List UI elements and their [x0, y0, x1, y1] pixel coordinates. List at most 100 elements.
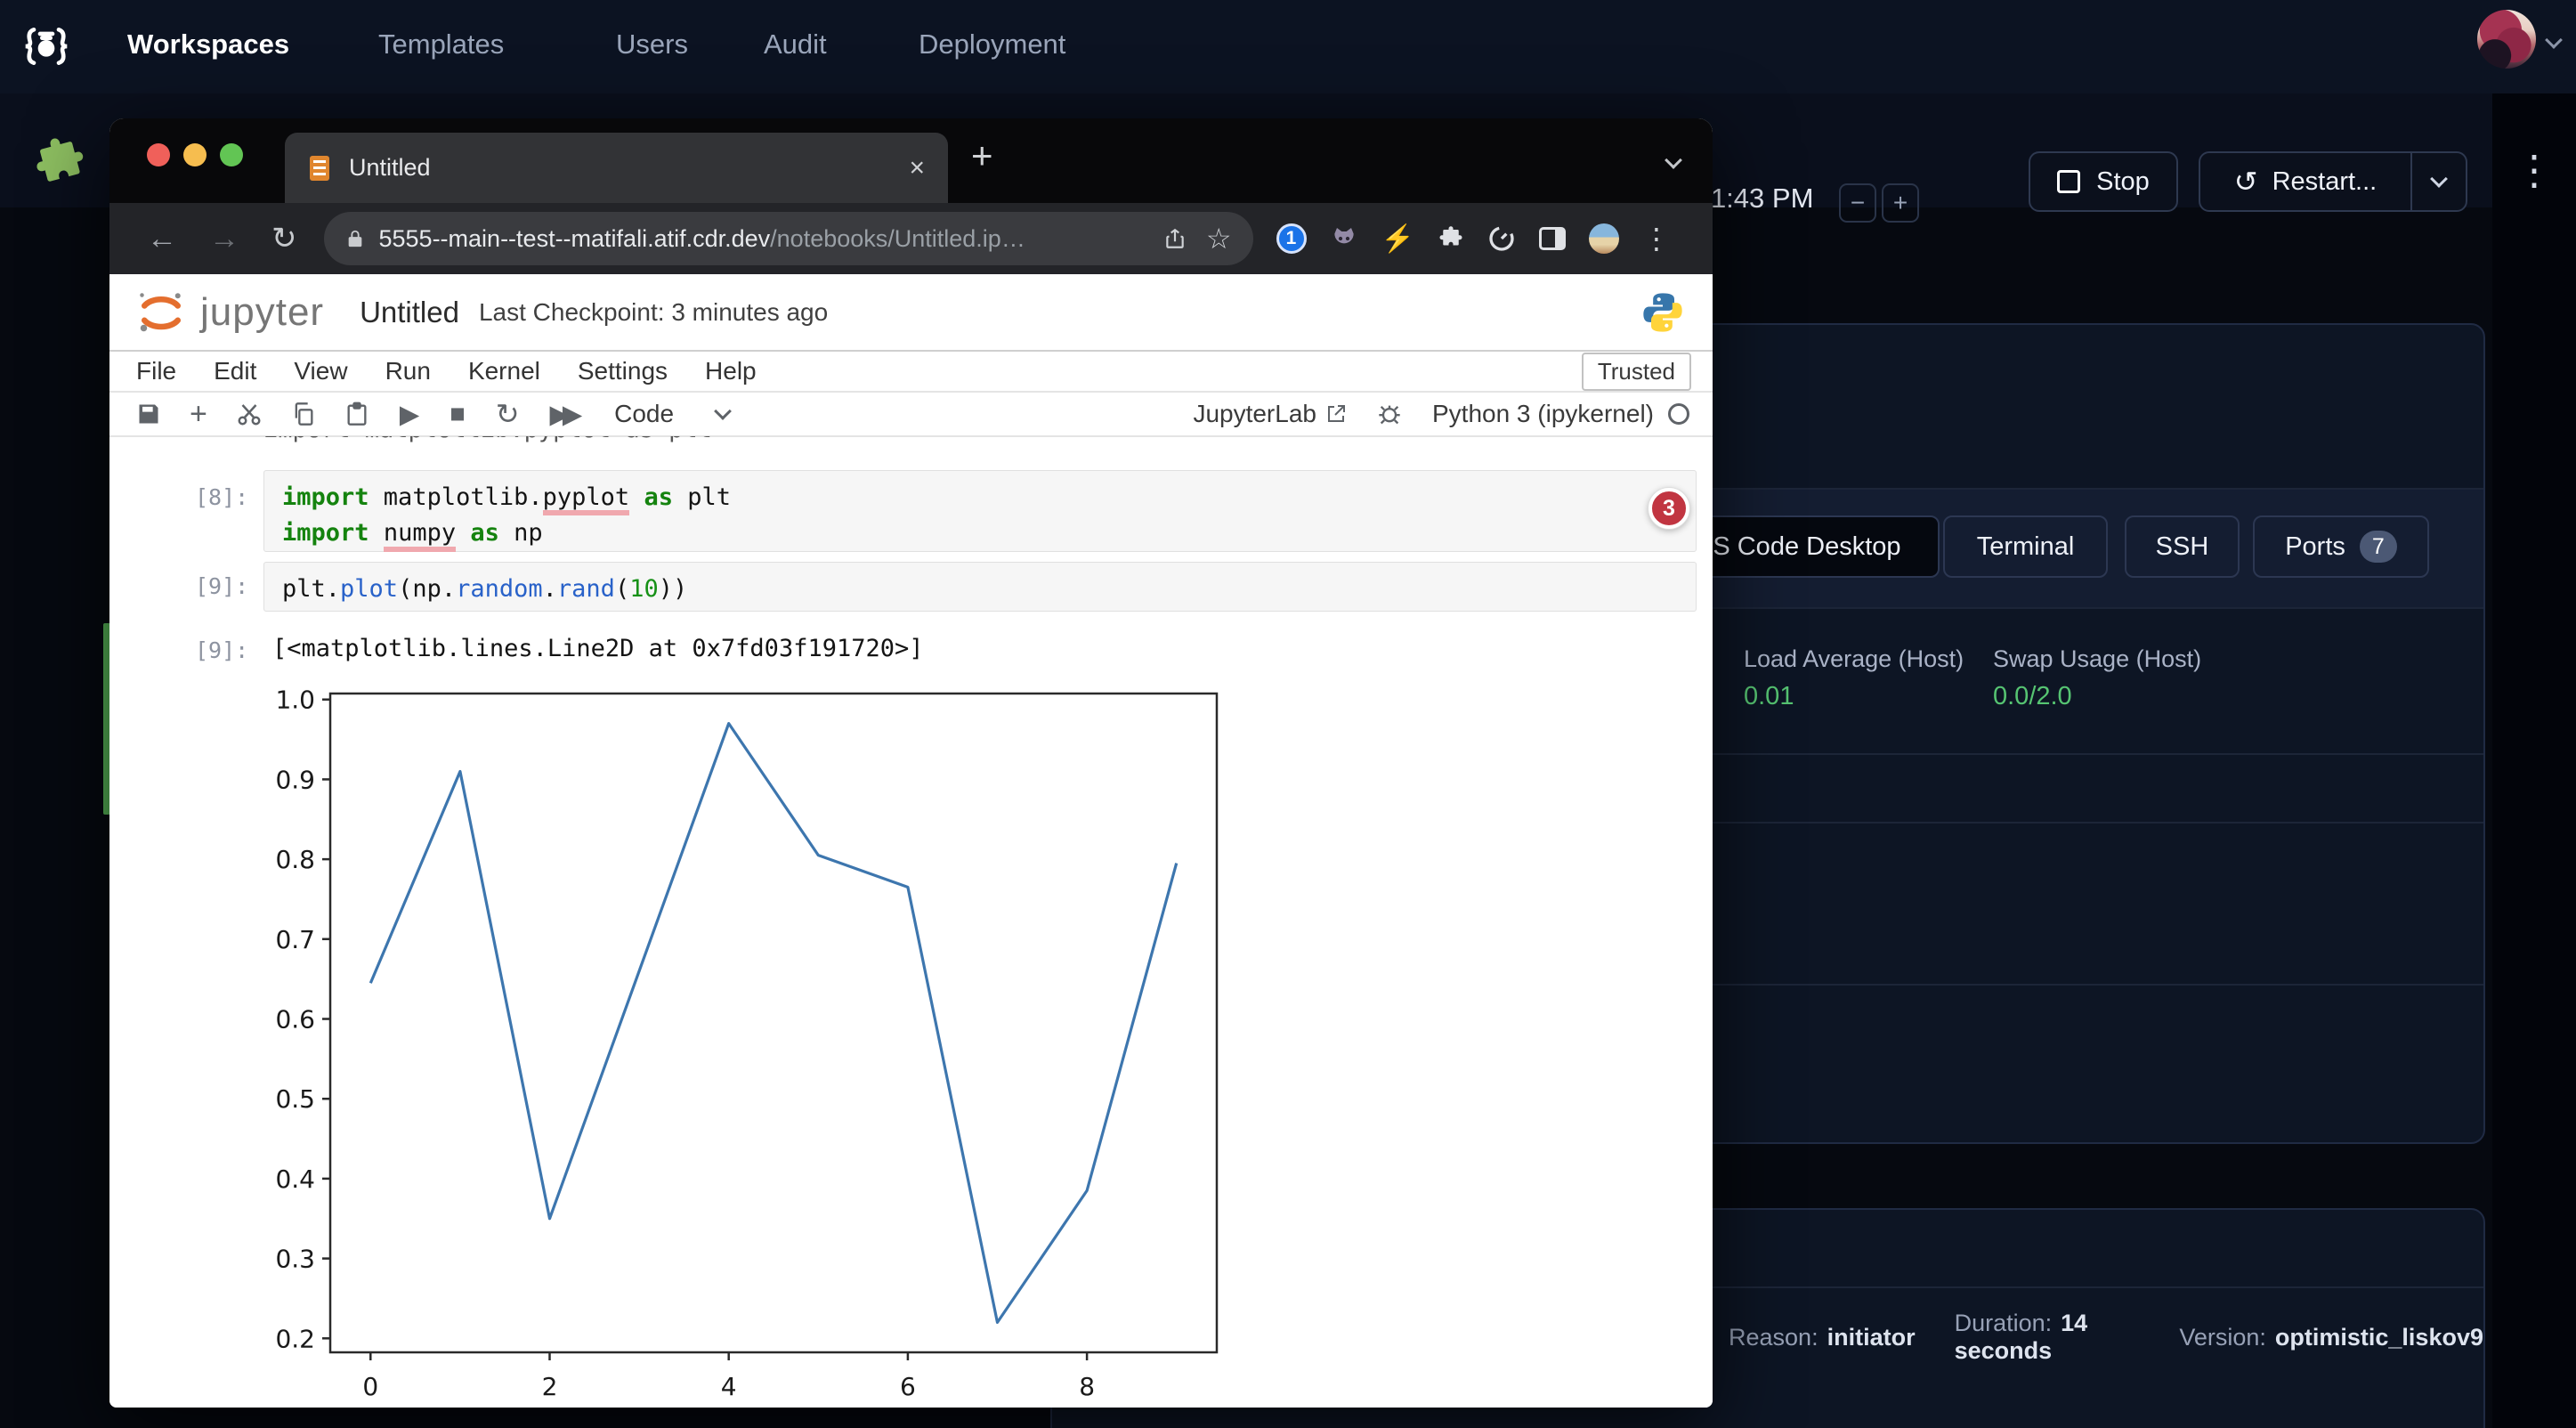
zoom-in-button[interactable]: + [1882, 183, 1919, 223]
back-icon[interactable]: ← [147, 222, 177, 256]
python-logo [1640, 289, 1686, 336]
nav-item-users[interactable]: Users [616, 28, 688, 61]
cell9-input[interactable]: plt.plot(np.random.rand(10)) [263, 562, 1697, 612]
top-nav: Workspaces Templates Users Audit Deploym… [0, 0, 2576, 93]
nav-item-audit[interactable]: Audit [764, 28, 827, 61]
tab-ports[interactable]: Ports 7 [2253, 515, 2429, 578]
browser-profile-avatar[interactable] [1589, 223, 1619, 254]
interrupt-kernel-icon[interactable]: ■ [450, 400, 466, 429]
menu-edit[interactable]: Edit [214, 357, 256, 385]
restart-run-all-icon[interactable]: ▶▶ [550, 399, 576, 430]
insert-cell-icon[interactable]: + [190, 397, 207, 432]
jupyter-logo [134, 286, 188, 339]
notebook-title[interactable]: Untitled [360, 296, 459, 329]
cell-type-dropdown[interactable]: Code [614, 400, 674, 428]
kernel-name[interactable]: Python 3 (ipykernel) [1432, 400, 1654, 428]
address-bar[interactable]: 5555--main--test--matifali.atif.cdr.dev … [324, 212, 1253, 265]
menu-run[interactable]: Run [385, 357, 431, 385]
paste-icon[interactable] [344, 402, 369, 426]
stop-label: Stop [2096, 167, 2150, 197]
reload-icon[interactable]: ↻ [271, 221, 297, 256]
external-link-icon [1325, 403, 1347, 425]
svg-text:4: 4 [721, 1372, 737, 1401]
matplotlib-line-chart: 0.20.30.40.50.60.70.80.91.002468 [263, 677, 1295, 1408]
restart-split-button[interactable]: ↺ Restart... [2199, 151, 2467, 212]
zoom-out-button[interactable]: − [1839, 183, 1876, 223]
nav-item-deployment[interactable]: Deployment [919, 28, 1065, 61]
svg-text:0.3: 0.3 [275, 1245, 315, 1274]
chevron-down-icon [2430, 170, 2448, 188]
tab-ssh[interactable]: SSH [2125, 515, 2240, 578]
cell8-input[interactable]: import matplotlib.pyplot as plt import n… [263, 470, 1697, 552]
browser-tab-active[interactable]: Untitled × [285, 133, 948, 203]
svg-text:0.7: 0.7 [275, 925, 315, 954]
restart-button[interactable]: ↺ Restart... [2200, 165, 2410, 199]
browser-menu-kebab-icon[interactable]: ⋮ [1642, 222, 1671, 256]
stat-swap-usage: Swap Usage (Host) 0.0/2.0 [1993, 645, 2201, 711]
chevron-down-icon[interactable] [2545, 31, 2563, 49]
screen: Workspaces Templates Users Audit Deploym… [0, 0, 2576, 1428]
nav-item-templates[interactable]: Templates [378, 28, 504, 61]
reason-label: Reason: [1729, 1324, 1819, 1351]
svg-text:0.9: 0.9 [275, 765, 315, 794]
stop-button[interactable]: Stop [2029, 151, 2178, 212]
menu-kernel[interactable]: Kernel [468, 357, 540, 385]
notebook-favicon [310, 156, 329, 181]
browser-toolbar: ← → ↻ 5555--main--test--matifali.atif.cd… [109, 203, 1713, 274]
duration-label: Duration: [1955, 1310, 2053, 1336]
cat-extension-icon[interactable] [1330, 224, 1358, 253]
url-host: 5555--main--test--matifali.atif.cdr.dev [379, 225, 771, 253]
forward-icon[interactable]: → [209, 222, 239, 256]
page-right-gutter [2492, 93, 2576, 1428]
bolt-extension-icon[interactable]: ⚡ [1381, 223, 1414, 255]
side-panel-icon[interactable] [1539, 227, 1566, 250]
window-controls [147, 143, 243, 166]
copy-icon[interactable] [291, 402, 316, 426]
restart-menu-button[interactable] [2412, 178, 2466, 185]
extensions-puzzle-icon[interactable] [1438, 225, 1464, 252]
svg-text:0: 0 [362, 1372, 378, 1401]
restart-label: Restart... [2272, 167, 2378, 197]
jupyter-header: jupyter Untitled Last Checkpoint: 3 minu… [109, 274, 1713, 352]
version-value: optimistic_liskov9 [2275, 1324, 2483, 1351]
notification-badge[interactable]: 3 [1648, 488, 1689, 529]
cell8-prompt: [8]: [195, 484, 248, 510]
workspace-time: 11:43 PM [1697, 183, 1813, 215]
jupyterlab-link[interactable]: JupyterLab [1193, 400, 1347, 428]
close-window-button[interactable] [147, 143, 170, 166]
cell9-prompt: [9]: [195, 573, 248, 599]
trusted-button[interactable]: Trusted [1582, 353, 1691, 391]
overflow-menu-button[interactable]: ⋮ [2514, 150, 2555, 191]
share-icon[interactable] [1163, 225, 1187, 252]
new-tab-button[interactable]: + [971, 134, 993, 177]
menu-view[interactable]: View [294, 357, 347, 385]
restart-kernel-icon[interactable]: ↻ [496, 397, 520, 431]
coder-logo[interactable] [21, 21, 71, 71]
svg-text:0.5: 0.5 [275, 1084, 315, 1114]
menu-settings[interactable]: Settings [578, 357, 668, 385]
reason-pair: Reason:initiator [1729, 1324, 1916, 1351]
maximize-window-button[interactable] [220, 143, 243, 166]
menu-help[interactable]: Help [705, 357, 757, 385]
tab-search-chevron-icon[interactable] [1665, 151, 1682, 169]
puzzle-piece-icon[interactable] [32, 135, 89, 192]
chevron-down-icon[interactable] [714, 402, 732, 420]
nav-item-workspaces[interactable]: Workspaces [127, 28, 289, 61]
debugger-bug-icon[interactable] [1377, 402, 1402, 426]
svg-text:0.8: 0.8 [275, 845, 315, 874]
cut-icon[interactable] [236, 401, 263, 427]
minimize-window-button[interactable] [183, 143, 207, 166]
save-icon[interactable] [136, 402, 161, 426]
close-tab-icon[interactable]: × [909, 153, 925, 183]
version-pair: Version:optimistic_liskov9 [2179, 1324, 2483, 1351]
ports-count-badge: 7 [2360, 531, 2397, 563]
onepassword-extension-icon[interactable]: 1 [1276, 223, 1307, 254]
svg-text:1.0: 1.0 [275, 686, 315, 715]
menu-file[interactable]: File [136, 357, 176, 385]
user-avatar[interactable] [2477, 10, 2536, 69]
tab-label: SSH [2156, 532, 2209, 562]
bookmark-star-icon[interactable]: ☆ [1206, 222, 1232, 256]
speed-extension-icon[interactable] [1487, 224, 1516, 253]
run-cell-icon[interactable]: ▶ [400, 399, 419, 430]
tab-terminal[interactable]: Terminal [1943, 515, 2108, 578]
